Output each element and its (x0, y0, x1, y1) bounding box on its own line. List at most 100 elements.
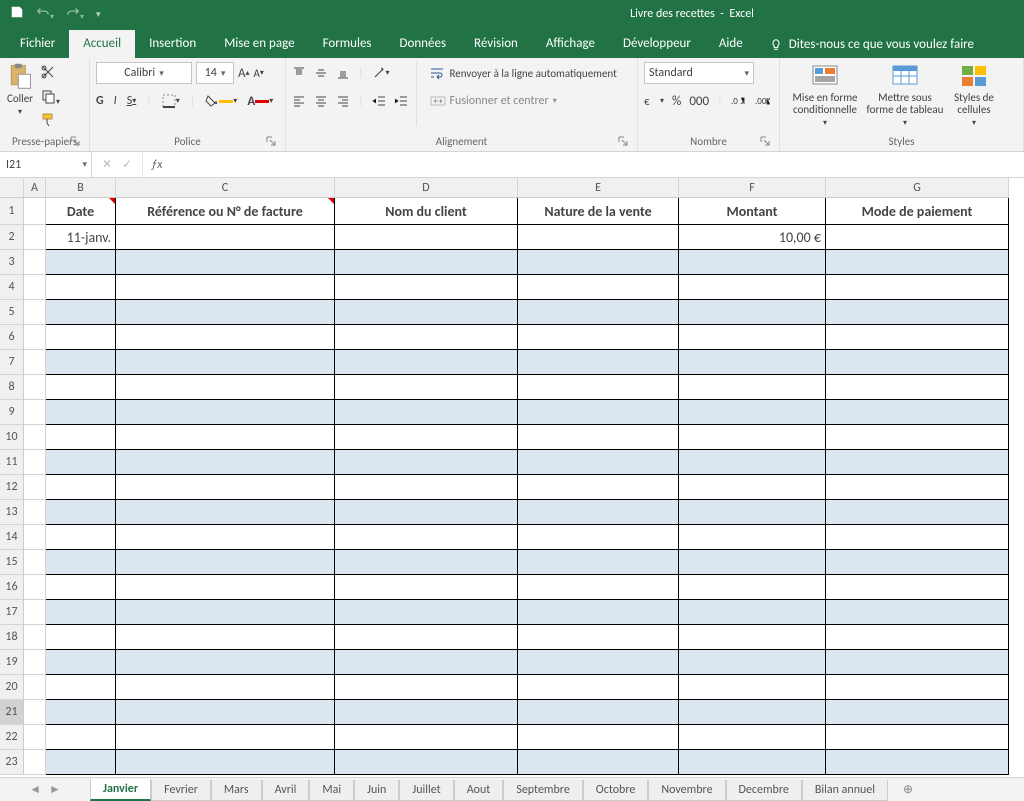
row-header[interactable]: 12 (0, 475, 24, 500)
row-header[interactable]: 3 (0, 250, 24, 275)
cell[interactable] (116, 625, 335, 650)
undo-icon[interactable]: ▾ (36, 5, 54, 23)
cell[interactable]: Référence ou N° de facture (116, 198, 335, 225)
underline-button[interactable]: S ▾ (127, 94, 137, 108)
cell[interactable] (826, 500, 1009, 525)
row-header[interactable]: 1 (0, 198, 24, 225)
cell[interactable] (24, 325, 46, 350)
increase-decimal-icon[interactable]: .0 (731, 95, 747, 107)
cell[interactable] (116, 250, 335, 275)
sheet-next-icon[interactable]: ► (49, 782, 61, 797)
cell[interactable] (116, 400, 335, 425)
cell[interactable] (116, 725, 335, 750)
number-format-combo[interactable]: Standard▾ (644, 62, 754, 84)
copy-icon[interactable]: ▾ (40, 88, 60, 108)
cell[interactable] (46, 525, 116, 550)
qat-customize-icon[interactable]: ▾ (96, 9, 101, 20)
cut-icon[interactable] (40, 64, 60, 84)
bold-button[interactable]: G (96, 94, 104, 108)
formula-input[interactable] (170, 152, 1024, 177)
cell[interactable] (518, 600, 679, 625)
cell[interactable] (24, 375, 46, 400)
cell[interactable] (46, 275, 116, 300)
cell[interactable] (679, 575, 826, 600)
cell[interactable] (46, 575, 116, 600)
cell[interactable] (826, 525, 1009, 550)
cell[interactable] (335, 625, 518, 650)
paste-button[interactable]: Coller ▾ (6, 62, 34, 117)
cell[interactable] (116, 700, 335, 725)
increase-font-icon[interactable]: A▴ (238, 66, 250, 81)
cell[interactable] (826, 725, 1009, 750)
cell[interactable] (335, 575, 518, 600)
cell[interactable] (46, 500, 116, 525)
cell[interactable] (518, 550, 679, 575)
cell[interactable] (46, 650, 116, 675)
cell[interactable] (518, 650, 679, 675)
cell[interactable] (826, 225, 1009, 250)
cell[interactable] (518, 675, 679, 700)
row-header[interactable]: 5 (0, 300, 24, 325)
cell[interactable] (826, 325, 1009, 350)
cell[interactable] (826, 400, 1009, 425)
cell[interactable] (24, 625, 46, 650)
cell[interactable] (518, 275, 679, 300)
cell[interactable] (116, 750, 335, 775)
cell[interactable] (46, 550, 116, 575)
cell[interactable] (116, 500, 335, 525)
sheet-tab-novembre[interactable]: Novembre (648, 780, 725, 801)
cell[interactable] (46, 725, 116, 750)
decrease-indent-icon[interactable] (372, 94, 386, 108)
cell[interactable] (679, 375, 826, 400)
row-header[interactable]: 13 (0, 500, 24, 525)
cell[interactable] (335, 650, 518, 675)
cell[interactable] (679, 600, 826, 625)
cell[interactable] (826, 600, 1009, 625)
cell[interactable] (116, 600, 335, 625)
cell[interactable] (679, 650, 826, 675)
sheet-tab-bilan-annuel[interactable]: Bilan annuel (802, 780, 888, 801)
cell[interactable] (46, 625, 116, 650)
cell[interactable] (46, 475, 116, 500)
row-header[interactable]: 10 (0, 425, 24, 450)
tab-file[interactable]: Fichier (6, 30, 69, 58)
cell[interactable] (24, 675, 46, 700)
font-name-combo[interactable]: Calibri▾ (96, 62, 192, 84)
cell[interactable] (335, 675, 518, 700)
sheet-tab-juillet[interactable]: Juillet (399, 780, 453, 801)
cell[interactable] (518, 225, 679, 250)
cell[interactable] (826, 250, 1009, 275)
ribbon-tab-révision[interactable]: Révision (460, 30, 532, 58)
cell[interactable]: Nature de la vente (518, 198, 679, 225)
spreadsheet-grid[interactable]: ABCDEFG 12345678910111213141516171819202… (0, 178, 1024, 777)
ribbon-tab-développeur[interactable]: Développeur (609, 30, 705, 58)
redo-icon[interactable]: ▾ (66, 5, 84, 23)
cell[interactable] (335, 450, 518, 475)
cell[interactable] (335, 700, 518, 725)
sheet-tab-mars[interactable]: Mars (211, 780, 262, 801)
cell[interactable] (24, 198, 46, 225)
row-header[interactable]: 22 (0, 725, 24, 750)
cell[interactable] (518, 725, 679, 750)
decrease-font-icon[interactable]: A▾ (254, 67, 264, 80)
cell[interactable] (335, 375, 518, 400)
row-header[interactable]: 20 (0, 675, 24, 700)
cell[interactable] (335, 325, 518, 350)
cell[interactable] (46, 425, 116, 450)
row-header[interactable]: 21 (0, 700, 24, 725)
row-header[interactable]: 2 (0, 225, 24, 250)
ribbon-tab-insertion[interactable]: Insertion (135, 30, 210, 58)
cell[interactable] (679, 725, 826, 750)
cell[interactable] (679, 750, 826, 775)
sheet-tab-janvier[interactable]: Janvier (90, 779, 151, 801)
conditional-format-button[interactable]: Mise en forme conditionnelle▾ (786, 62, 864, 128)
cell[interactable]: 11-janv. (46, 225, 116, 250)
align-right-icon[interactable] (336, 94, 350, 108)
format-as-table-button[interactable]: Mettre sous forme de tableau▾ (866, 62, 944, 128)
cell-styles-button[interactable]: Styles de cellules▾ (946, 62, 1002, 128)
cell[interactable] (46, 350, 116, 375)
align-left-icon[interactable] (292, 94, 306, 108)
cell[interactable] (826, 425, 1009, 450)
cell[interactable] (46, 250, 116, 275)
cell[interactable] (335, 250, 518, 275)
